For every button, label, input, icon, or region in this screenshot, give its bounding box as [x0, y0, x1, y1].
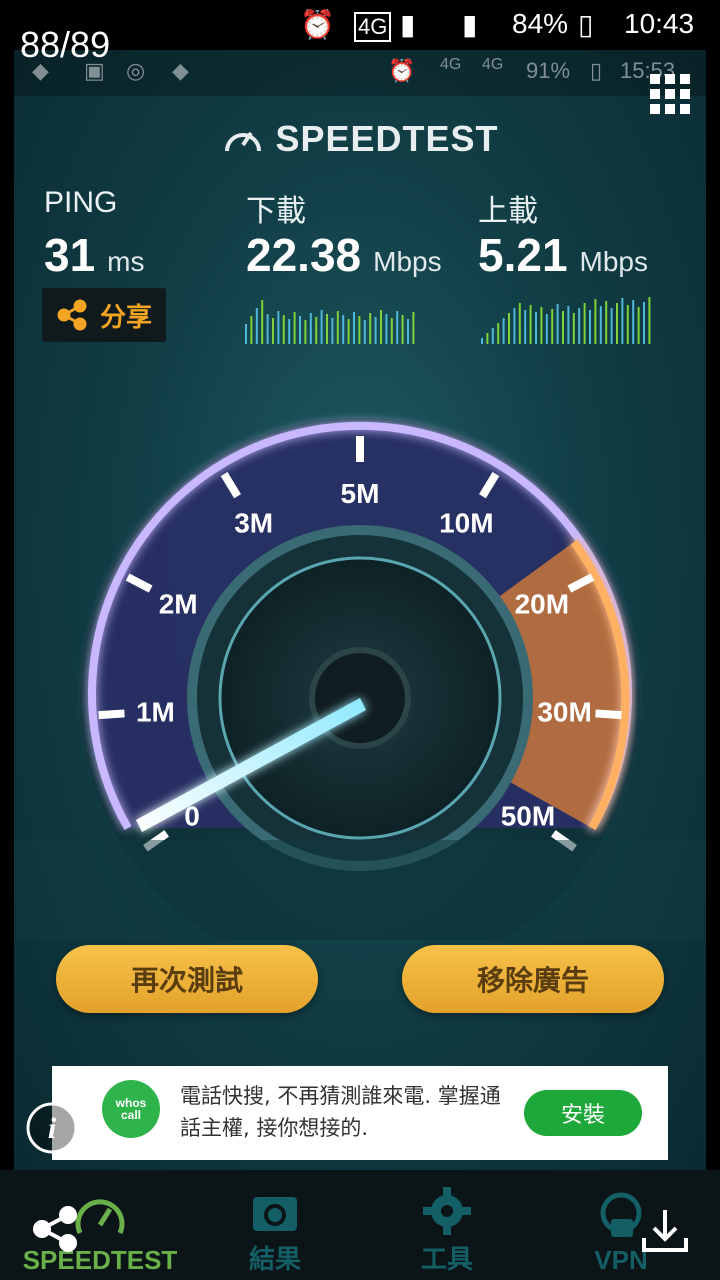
- network-type-b: 4G: [482, 56, 504, 73]
- ping-unit: ms: [107, 246, 145, 277]
- nav-results-label: 結果: [248, 1244, 301, 1274]
- gauge-tick: [98, 709, 125, 720]
- remove-ads-button[interactable]: 移除廣告: [402, 945, 664, 1013]
- signal-icon-2: ▮: [462, 9, 478, 40]
- ping-number: 31: [44, 229, 96, 281]
- gauge-tick-label: 3M: [234, 508, 273, 539]
- speed-gauge: 01M2M3M5M10M20M30M50M: [14, 418, 706, 940]
- ad-text: 電話快搜, 不再猜測誰來電. 掌握通話主權, 接你想接的.: [180, 1084, 501, 1140]
- retest-button[interactable]: 再次測試: [56, 945, 318, 1013]
- gauge-tick-label: 10M: [439, 508, 493, 539]
- gauge-tick-label: 2M: [159, 588, 198, 619]
- ping-value: 31 ms: [44, 228, 145, 282]
- nav-results[interactable]: 結果: [220, 1170, 330, 1280]
- network-type-a: 4G: [440, 56, 462, 73]
- captured-status-bar: ◆ ▣ ◎ ◆ ⏰ 4G 4G 91% ▯ 15:53: [14, 50, 706, 96]
- download-number: 22.38: [246, 229, 362, 281]
- download-label: 下載: [246, 195, 306, 228]
- alarm-icon: ⏰: [300, 9, 335, 40]
- nav-tools[interactable]: 工具: [392, 1170, 502, 1280]
- share-label: 分享: [99, 302, 152, 333]
- gauge-tick: [595, 709, 622, 720]
- shield-icon-2: ◆: [172, 58, 189, 83]
- network-type: 4G: [354, 12, 392, 42]
- install-button[interactable]: 安裝: [524, 1090, 642, 1136]
- download-overlay-icon[interactable]: [640, 1206, 690, 1256]
- battery-percent: 91%: [526, 58, 571, 83]
- upload-number: 5.21: [478, 229, 568, 281]
- share-button[interactable]: 分享: [42, 288, 166, 342]
- app-brand: SPEEDTEST: [0, 118, 720, 160]
- gauge-wave: [14, 840, 706, 940]
- signal-icon: ▮: [400, 9, 416, 40]
- retest-label: 再次測試: [130, 964, 243, 997]
- ad-banner[interactable]: whos call 電話快搜, 不再猜測誰來電. 掌握通話主權, 接你想接的. …: [52, 1066, 668, 1160]
- ping-label: PING: [44, 186, 118, 219]
- speedtest-logo-icon: [225, 131, 262, 152]
- whoscall-logo: whos call: [102, 1080, 160, 1138]
- upload-label: 上載: [478, 195, 538, 228]
- alarm-icon: ⏰: [388, 58, 416, 83]
- download-unit: Mbps: [373, 246, 442, 277]
- gauge-tick-label: 1M: [136, 696, 175, 727]
- clock: 10:43: [624, 8, 695, 39]
- gauge-tick-label: 30M: [537, 696, 591, 727]
- download-sparkline: [245, 300, 415, 344]
- download-value: 22.38 Mbps: [246, 228, 442, 282]
- headset-icon: ◎: [126, 58, 146, 83]
- remove-ads-label: 移除廣告: [476, 964, 589, 997]
- nav-tools-label: 工具: [420, 1244, 473, 1274]
- upload-unit: Mbps: [579, 246, 648, 277]
- upload-value: 5.21 Mbps: [478, 228, 648, 282]
- upload-sparkline: [481, 297, 651, 344]
- logo-line-2: call: [120, 1108, 141, 1122]
- share-overlay-icon[interactable]: [30, 1204, 80, 1254]
- gear-icon: [423, 1187, 471, 1235]
- share-icon: [57, 299, 87, 331]
- image-counter: 88/89: [20, 24, 111, 65]
- gauge-tick-label: 5M: [341, 478, 380, 509]
- battery-icon: ▯: [578, 9, 594, 40]
- speedometer-icon: [75, 1199, 125, 1235]
- bottom-nav: SPEEDTEST 結果 工具 VPN: [0, 1170, 720, 1280]
- gauge-tick-label: 50M: [501, 801, 555, 832]
- svg-text:i: i: [48, 1112, 57, 1145]
- battery-percent: 84%: [512, 8, 569, 39]
- battery-icon: ▯: [590, 58, 603, 83]
- brand-title: SPEEDTEST: [275, 118, 499, 159]
- gauge-tick-label: 20M: [515, 588, 569, 619]
- grid-menu-icon[interactable]: [650, 74, 690, 114]
- results-folder-icon: [253, 1197, 297, 1231]
- info-icon[interactable]: i: [24, 1100, 80, 1156]
